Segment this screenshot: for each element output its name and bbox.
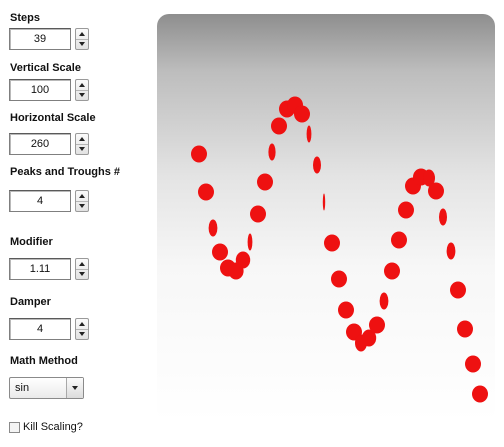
arrow-up-icon <box>79 83 85 87</box>
damper-label: Damper <box>10 296 51 308</box>
peaks-troughs-spinner <box>75 190 89 212</box>
red-ball <box>398 201 414 219</box>
red-ball <box>369 316 385 334</box>
red-ball <box>208 219 218 237</box>
steps-label: Steps <box>10 12 40 24</box>
math-method-label: Math Method <box>10 355 78 367</box>
arrow-down-icon <box>79 272 85 276</box>
vertical-scale-label: Vertical Scale <box>10 62 81 74</box>
red-ball <box>247 233 253 251</box>
red-ball <box>384 262 400 280</box>
red-ball <box>306 125 312 143</box>
arrow-down-icon <box>79 332 85 336</box>
modifier-input[interactable]: 1.11 <box>9 258 71 280</box>
modifier-decrement-button[interactable] <box>76 269 88 279</box>
arrow-up-icon <box>79 137 85 141</box>
animation-canvas <box>157 14 495 422</box>
arrow-down-icon <box>79 42 85 46</box>
red-ball <box>472 385 488 403</box>
horizontal-scale-label: Horizontal Scale <box>10 112 96 124</box>
vertical-scale-input[interactable]: 100 <box>9 79 71 101</box>
peaks-troughs-label: Peaks and Troughs # <box>10 166 121 178</box>
red-ball <box>250 205 266 223</box>
red-ball <box>235 251 251 269</box>
modifier-stepper: 1.11 <box>9 258 89 280</box>
red-ball <box>324 234 340 252</box>
red-ball <box>457 320 473 338</box>
modifier-spinner <box>75 258 89 280</box>
red-ball <box>450 281 466 299</box>
kill-scaling-checkbox[interactable] <box>9 422 20 433</box>
peaks-troughs-input[interactable]: 4 <box>9 190 71 212</box>
arrow-down-icon <box>79 204 85 208</box>
steps-spinner <box>75 28 89 50</box>
kill-scaling-label: Kill Scaling? <box>23 421 83 433</box>
arrow-up-icon <box>79 262 85 266</box>
red-ball <box>313 156 321 174</box>
red-ball <box>322 193 326 211</box>
red-ball <box>271 117 287 135</box>
modifier-label: Modifier <box>10 236 53 248</box>
horizontal-scale-input[interactable]: 260 <box>9 133 71 155</box>
red-ball <box>268 143 276 161</box>
red-ball <box>391 231 407 249</box>
arrow-down-icon <box>79 93 85 97</box>
math-method-selected-value: sin <box>15 382 30 394</box>
red-ball <box>331 270 347 288</box>
steps-stepper: 39 <box>9 28 89 50</box>
horizontal-scale-decrement-button[interactable] <box>76 144 88 154</box>
vertical-scale-spinner <box>75 79 89 101</box>
red-ball <box>198 183 214 201</box>
red-ball <box>465 355 481 373</box>
red-ball <box>446 242 456 260</box>
red-ball <box>257 173 273 191</box>
peaks-troughs-decrement-button[interactable] <box>76 201 88 211</box>
red-ball <box>191 145 207 163</box>
red-ball <box>338 301 354 319</box>
red-ball <box>294 105 310 123</box>
red-ball <box>439 208 447 226</box>
dots-layer <box>191 96 488 403</box>
math-method-select[interactable]: sin <box>9 377 84 399</box>
arrow-up-icon <box>79 322 85 326</box>
vertical-scale-stepper: 100 <box>9 79 89 101</box>
steps-input[interactable]: 39 <box>9 28 71 50</box>
arrow-up-icon <box>79 194 85 198</box>
arrow-down-icon <box>79 147 85 151</box>
damper-decrement-button[interactable] <box>76 329 88 339</box>
red-ball <box>212 243 228 261</box>
chevron-down-icon <box>72 386 78 390</box>
damper-spinner <box>75 318 89 340</box>
steps-decrement-button[interactable] <box>76 39 88 49</box>
damper-stepper: 4 <box>9 318 89 340</box>
damper-input[interactable]: 4 <box>9 318 71 340</box>
peaks-troughs-stepper: 4 <box>9 190 89 212</box>
horizontal-scale-stepper: 260 <box>9 133 89 155</box>
red-ball <box>428 182 444 200</box>
horizontal-scale-spinner <box>75 133 89 155</box>
arrow-up-icon <box>79 32 85 36</box>
red-ball <box>379 292 389 310</box>
vertical-scale-decrement-button[interactable] <box>76 90 88 100</box>
math-method-dropdown-button[interactable] <box>66 378 83 398</box>
